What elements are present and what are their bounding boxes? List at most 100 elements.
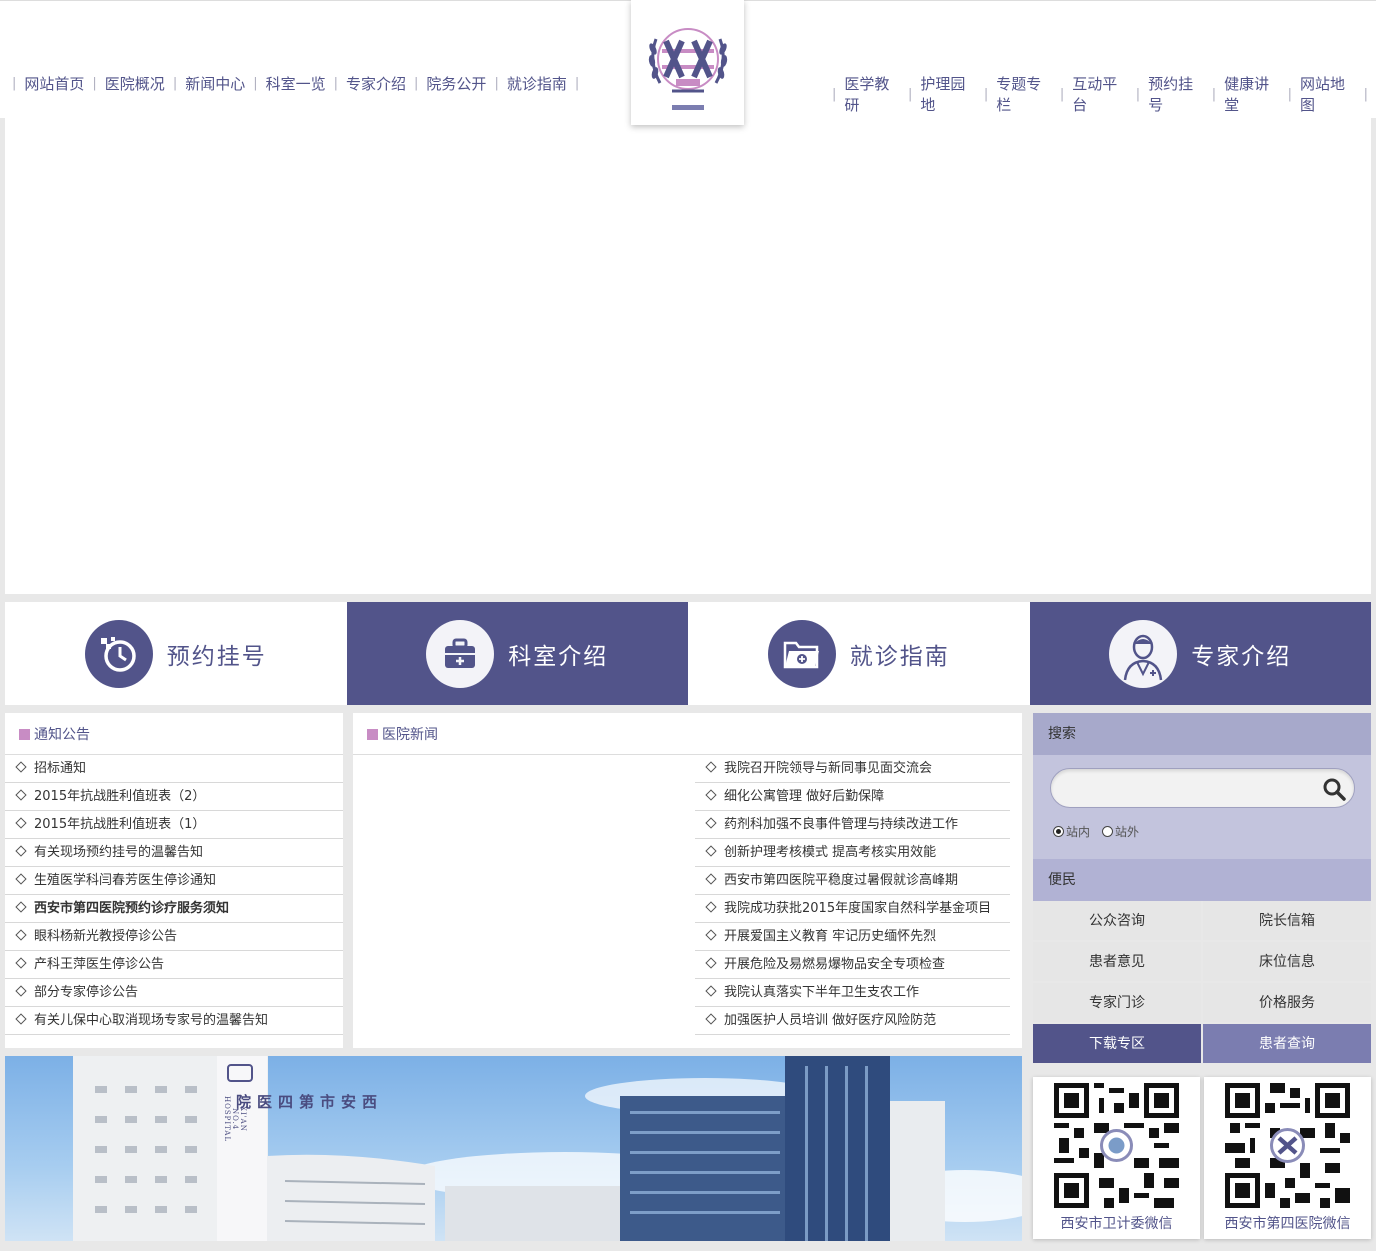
hospital-building-photo: 西安市第四医院 XI'AN NO.4 HOSPITAL (5, 1056, 1022, 1241)
qr-health-commission[interactable]: 西安市卫计委微信 (1033, 1077, 1200, 1239)
news-panel: 医院新闻 我院召开院领导与新同事见面交流会 细化公寓管理 做好后勤保障 药剂科加… (353, 713, 1022, 1048)
tile-departments-label: 科室介绍 (508, 643, 609, 670)
nav-health-lecture[interactable]: 健康讲堂 (1224, 73, 1280, 115)
radio-site-in[interactable]: 站内 (1053, 823, 1090, 840)
diamond-bullet-icon (15, 957, 27, 969)
btn-price-service[interactable]: 价格服务 (1203, 983, 1371, 1022)
diamond-bullet-icon (15, 761, 27, 773)
list-item[interactable]: 我院认真落实下半年卫生支农工作 (695, 979, 1010, 1007)
list-item[interactable]: 我院召开院领导与新同事见面交流会 (695, 755, 1010, 783)
diamond-bullet-icon (705, 901, 717, 913)
news-title[interactable]: 医院新闻 (353, 713, 1022, 755)
qr-caption: 西安市卫计委微信 (1060, 1216, 1173, 1232)
building-sign: 西安市第四医院 XI'AN NO.4 HOSPITAL (223, 1064, 378, 1142)
hospital-emblem-icon (648, 27, 727, 110)
list-item[interactable]: 创新护理考核模式 提高考核实用效能 (695, 839, 1010, 867)
list-item[interactable]: 有关现场预约挂号的温馨告知 (5, 839, 343, 867)
nav-home[interactable]: 网站首页 (24, 73, 84, 94)
list-item[interactable]: 产科王萍医生停诊公告 (5, 951, 343, 979)
nav-right: | 医学教研 | 护理园地 | 专题专栏 | 互动平台 | 预约挂号 | 健康讲堂 | 网站… (832, 73, 1368, 115)
diamond-bullet-icon (705, 789, 717, 801)
tile-departments[interactable]: 科室介绍 (346, 602, 688, 705)
nav-interactive[interactable]: 互动平台 (1072, 73, 1128, 115)
tile-experts[interactable]: 专家介绍 (1029, 602, 1371, 705)
list-item[interactable]: 有关儿保中心取消现场专家号的温馨告知 (5, 1007, 343, 1035)
list-item[interactable]: 2015年抗战胜利值班表（1） (5, 811, 343, 839)
nav-experts[interactable]: 专家介绍 (346, 73, 406, 94)
nav-overview[interactable]: 医院概况 (105, 73, 165, 94)
hospital-logo[interactable] (631, 0, 744, 125)
nav-departments[interactable]: 科室一览 (266, 73, 326, 94)
nav-news[interactable]: 新闻中心 (185, 73, 245, 94)
nav-nursing[interactable]: 护理园地 (920, 73, 976, 115)
nav-education[interactable]: 医学教研 (844, 73, 900, 115)
sidebar: 搜索 站内 站外 便民 公众咨询 院长信箱 患者意见 床位信息 专家门诊 价格服… (1033, 713, 1371, 1065)
notice-list: 招标通知 2015年抗战胜利值班表（2） 2015年抗战胜利值班表（1） 有关现… (5, 755, 343, 1035)
list-item[interactable]: 加强医护人员培训 做好医疗风险防范 (695, 1007, 1010, 1035)
notice-panel: 通知公告 招标通知 2015年抗战胜利值班表（2） 2015年抗战胜利值班表（1… (5, 713, 343, 1048)
building-sign-en: XI'AN NO.4 HOSPITAL (223, 1096, 247, 1143)
square-bullet-icon (19, 729, 30, 740)
radio-site-out[interactable]: 站外 (1102, 823, 1139, 840)
building-sign-cn: 西安市第四医院 (234, 1094, 378, 1109)
diamond-bullet-icon (705, 957, 717, 969)
notice-title[interactable]: 通知公告 (5, 713, 343, 755)
btn-download[interactable]: 下载专区 (1033, 1024, 1201, 1063)
diamond-bullet-icon (705, 1013, 717, 1025)
bianmin-grid: 公众咨询 院长信箱 患者意见 床位信息 专家门诊 价格服务 下载专区 患者查询 (1033, 901, 1371, 1065)
list-item[interactable]: 开展危险及易燃易爆物品安全专项检查 (695, 951, 1010, 979)
diamond-bullet-icon (15, 873, 27, 885)
list-item[interactable]: 我院成功获批2015年度国家自然科学基金项目 (695, 895, 1010, 923)
list-item[interactable]: 生殖医学科闫春芳医生停诊通知 (5, 867, 343, 895)
building-illustration (73, 1056, 1022, 1241)
qr-code-icon (1054, 1083, 1179, 1208)
search-icon[interactable] (1322, 777, 1346, 801)
medical-kit-icon (426, 619, 495, 688)
btn-patient-query[interactable]: 患者查询 (1203, 1024, 1371, 1063)
diamond-bullet-icon (705, 817, 717, 829)
btn-patient-feedback[interactable]: 患者意见 (1033, 942, 1201, 981)
search-input[interactable] (1050, 768, 1355, 808)
diamond-bullet-icon (705, 845, 717, 857)
list-item[interactable]: 西安市第四医院平稳度过暑假就诊高峰期 (695, 867, 1010, 895)
doctor-icon (1109, 619, 1178, 688)
nav-guide[interactable]: 就诊指南 (507, 73, 567, 94)
list-item[interactable]: 西安市第四医院预约诊疗服务须知 (5, 895, 343, 923)
btn-public-consult[interactable]: 公众咨询 (1033, 901, 1201, 940)
list-item[interactable]: 细化公寓管理 做好后勤保障 (695, 783, 1010, 811)
list-item[interactable]: 部分专家停诊公告 (5, 979, 343, 1007)
list-item[interactable]: 眼科杨新光教授停诊公告 (5, 923, 343, 951)
list-item[interactable]: 药剂科加强不良事件管理与持续改进工作 (695, 811, 1010, 839)
radio-unchecked-icon (1102, 826, 1114, 837)
clock-refresh-icon (84, 619, 153, 688)
qr-code-icon (1225, 1083, 1350, 1208)
qr-caption: 西安市第四医院微信 (1224, 1216, 1351, 1232)
quick-links: 预约挂号 科室介绍 就诊指南 专家介绍 (5, 602, 1371, 705)
nav-left: | 网站首页 | 医院概况 | 新闻中心 | 科室一览 | 专家介绍 | 院务公开 | 就诊… (12, 73, 580, 94)
search-title: 搜索 (1033, 713, 1371, 755)
list-item[interactable]: 招标通知 (5, 755, 343, 783)
tile-guide[interactable]: 就诊指南 (688, 602, 1030, 705)
search-scope: 站内 站外 (1053, 823, 1139, 840)
diamond-bullet-icon (15, 845, 27, 857)
nav-appointment[interactable]: 预约挂号 (1148, 73, 1204, 115)
nav-topics[interactable]: 专题专栏 (996, 73, 1052, 115)
nav-affairs[interactable]: 院务公开 (426, 73, 486, 94)
tile-appointment-label: 预约挂号 (166, 643, 267, 670)
btn-bed-info[interactable]: 床位信息 (1203, 942, 1371, 981)
diamond-bullet-icon (15, 901, 27, 913)
folder-plus-icon (767, 619, 836, 688)
nav-sitemap[interactable]: 网站地图 (1300, 73, 1356, 115)
list-item[interactable]: 2015年抗战胜利值班表（2） (5, 783, 343, 811)
news-list: 我院召开院领导与新同事见面交流会 细化公寓管理 做好后勤保障 药剂科加强不良事件… (695, 755, 1010, 1035)
diamond-bullet-icon (15, 817, 27, 829)
qr-hospital-wechat[interactable]: 西安市第四医院微信 (1204, 1077, 1371, 1239)
search-box: 站内 站外 (1033, 755, 1371, 859)
btn-director-mailbox[interactable]: 院长信箱 (1203, 901, 1371, 940)
tile-appointment[interactable]: 预约挂号 (5, 602, 347, 705)
tile-guide-label: 就诊指南 (849, 643, 950, 670)
bianmin-title: 便民 (1033, 859, 1371, 901)
diamond-bullet-icon (705, 761, 717, 773)
btn-expert-clinic[interactable]: 专家门诊 (1033, 983, 1201, 1022)
list-item[interactable]: 开展爱国主义教育 牢记历史缅怀先烈 (695, 923, 1010, 951)
